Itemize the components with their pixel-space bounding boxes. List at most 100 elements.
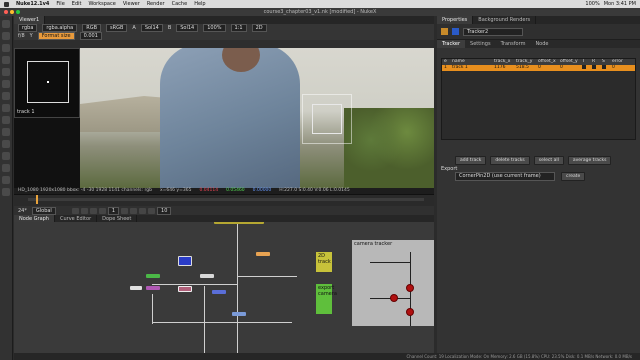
prev-frame-button[interactable] (89, 207, 97, 214)
white-node[interactable] (130, 286, 142, 290)
camera-tracker-dot[interactable] (406, 284, 414, 292)
transform-node[interactable] (232, 312, 246, 316)
table-row[interactable]: 1 track 1 1176 518.5 0 0 0 (442, 65, 635, 71)
add-track-button[interactable]: add track (455, 156, 487, 165)
tab-dope-sheet[interactable]: Dope Sheet (97, 215, 138, 222)
camera-tracker-dot[interactable] (390, 294, 398, 302)
format-select[interactable]: Format size (37, 32, 75, 40)
menu-help[interactable]: Help (194, 1, 205, 7)
maximize-window-button[interactable] (16, 10, 20, 14)
alpha-channel-select[interactable]: rgba.alpha (42, 24, 78, 32)
merge-node[interactable] (200, 274, 214, 278)
next-keyframe-button[interactable] (139, 207, 147, 214)
tab-node-graph[interactable]: Node Graph (14, 215, 55, 222)
create-button[interactable]: create (561, 172, 586, 181)
viewer-canvas[interactable]: track 1 (14, 48, 434, 188)
first-frame-button[interactable] (71, 207, 79, 214)
3d-tool-icon[interactable] (2, 128, 10, 136)
node-font-color-swatch[interactable] (452, 28, 459, 35)
play-backward-button[interactable] (98, 207, 106, 214)
channels-select[interactable]: rgba (18, 24, 38, 32)
backdrop-export-camera[interactable]: export camera (316, 284, 337, 314)
menu-workspace[interactable]: Workspace (88, 1, 115, 7)
increment-field[interactable]: 10 (157, 206, 172, 215)
format-value-field[interactable]: 0.001 (79, 32, 102, 40)
view-mode-select[interactable]: 2D (251, 24, 267, 32)
node-name-field[interactable]: Tracker2 (463, 27, 523, 36)
cell-offset-y[interactable]: 0 (558, 65, 580, 71)
keyer-tool-icon[interactable] (2, 92, 10, 100)
tab-background-renders[interactable]: Background Renders (473, 16, 537, 24)
time-tool-icon[interactable] (2, 44, 10, 52)
tracker-pattern-box[interactable] (312, 104, 342, 134)
colorspace-select[interactable]: RGB (82, 24, 102, 32)
grade-node[interactable] (178, 286, 192, 292)
app-name[interactable]: Nuke12.1v4 (16, 1, 49, 7)
cell-t-checkbox[interactable] (580, 65, 590, 71)
merge-tool-icon[interactable] (2, 104, 10, 112)
input-b-select[interactable]: Sol14 (176, 24, 199, 32)
read-node[interactable] (178, 256, 192, 266)
current-frame-field[interactable]: 1 (107, 206, 120, 215)
node-graph-canvas[interactable]: 2D track export camera camera tracker (14, 222, 434, 360)
tab-viewer1[interactable]: Viewer1 (14, 16, 46, 24)
toolsets-icon[interactable] (2, 164, 10, 172)
timeline[interactable] (14, 194, 434, 206)
menu-file[interactable]: File (56, 1, 64, 7)
menu-cache[interactable]: Cache (172, 1, 188, 7)
cell-name[interactable]: track 1 (450, 65, 492, 71)
timeline-playhead[interactable] (36, 195, 38, 204)
backdrop-2d-track[interactable]: 2D track (316, 252, 332, 272)
play-forward-button[interactable] (121, 207, 129, 214)
fps-field[interactable]: 24* (18, 208, 27, 214)
cell-e[interactable]: 1 (442, 65, 450, 71)
tab-transform[interactable]: Transform (496, 40, 531, 48)
cell-offset-x[interactable]: 0 (536, 65, 558, 71)
export-type-select[interactable]: CornerPin2D (use current frame) (455, 172, 555, 181)
backdrop-top-node[interactable] (214, 222, 264, 224)
node-color-swatch[interactable] (441, 28, 448, 35)
transform-tool-icon[interactable] (2, 116, 10, 124)
zoom-select[interactable]: 100% (203, 24, 226, 32)
tab-node[interactable]: Node (530, 40, 553, 48)
pink-node[interactable] (146, 286, 160, 290)
tab-curve-editor[interactable]: Curve Editor (55, 215, 98, 222)
input-a-select[interactable]: Sol14 (140, 24, 163, 32)
metadata-tool-icon[interactable] (2, 152, 10, 160)
furnace-tool-icon[interactable] (2, 188, 10, 196)
color-tool-icon[interactable] (2, 68, 10, 76)
cell-s-checkbox[interactable] (600, 65, 610, 71)
menu-edit[interactable]: Edit (72, 1, 82, 7)
range-select[interactable]: Global (31, 206, 56, 215)
backdrop-camera-tracker[interactable]: camera tracker (352, 240, 434, 326)
orange-node[interactable] (256, 252, 270, 256)
blue-node[interactable] (212, 290, 226, 294)
cell-error[interactable]: 0 (610, 65, 630, 71)
views-tool-icon[interactable] (2, 140, 10, 148)
srgb-select[interactable]: sRGB (106, 24, 128, 32)
other-tool-icon[interactable] (2, 176, 10, 184)
draw-tool-icon[interactable] (2, 32, 10, 40)
channel-tool-icon[interactable] (2, 56, 10, 64)
timeline-track[interactable] (28, 198, 424, 201)
minimize-window-button[interactable] (10, 10, 14, 14)
delete-tracks-button[interactable]: delete tracks (490, 156, 530, 165)
last-frame-button[interactable] (148, 207, 156, 214)
cell-track-y[interactable]: 518.5 (514, 65, 536, 71)
close-window-button[interactable] (4, 10, 8, 14)
proxy-select[interactable]: 1:1 (230, 24, 247, 32)
cell-track-x[interactable]: 1176 (492, 65, 514, 71)
cell-r-checkbox[interactable] (590, 65, 600, 71)
menu-viewer[interactable]: Viewer (123, 1, 140, 7)
menu-render[interactable]: Render (147, 1, 165, 7)
green-node[interactable] (146, 274, 160, 278)
apple-icon[interactable] (4, 1, 9, 7)
image-tool-icon[interactable] (2, 20, 10, 28)
prev-keyframe-button[interactable] (80, 207, 88, 214)
tab-properties[interactable]: Properties (437, 16, 474, 24)
next-frame-button[interactable] (130, 207, 138, 214)
select-all-button[interactable]: select all (533, 156, 564, 165)
camera-tracker-dot[interactable] (406, 308, 414, 316)
tab-settings[interactable]: Settings (465, 40, 496, 48)
average-tracks-button[interactable]: average tracks (567, 156, 612, 165)
